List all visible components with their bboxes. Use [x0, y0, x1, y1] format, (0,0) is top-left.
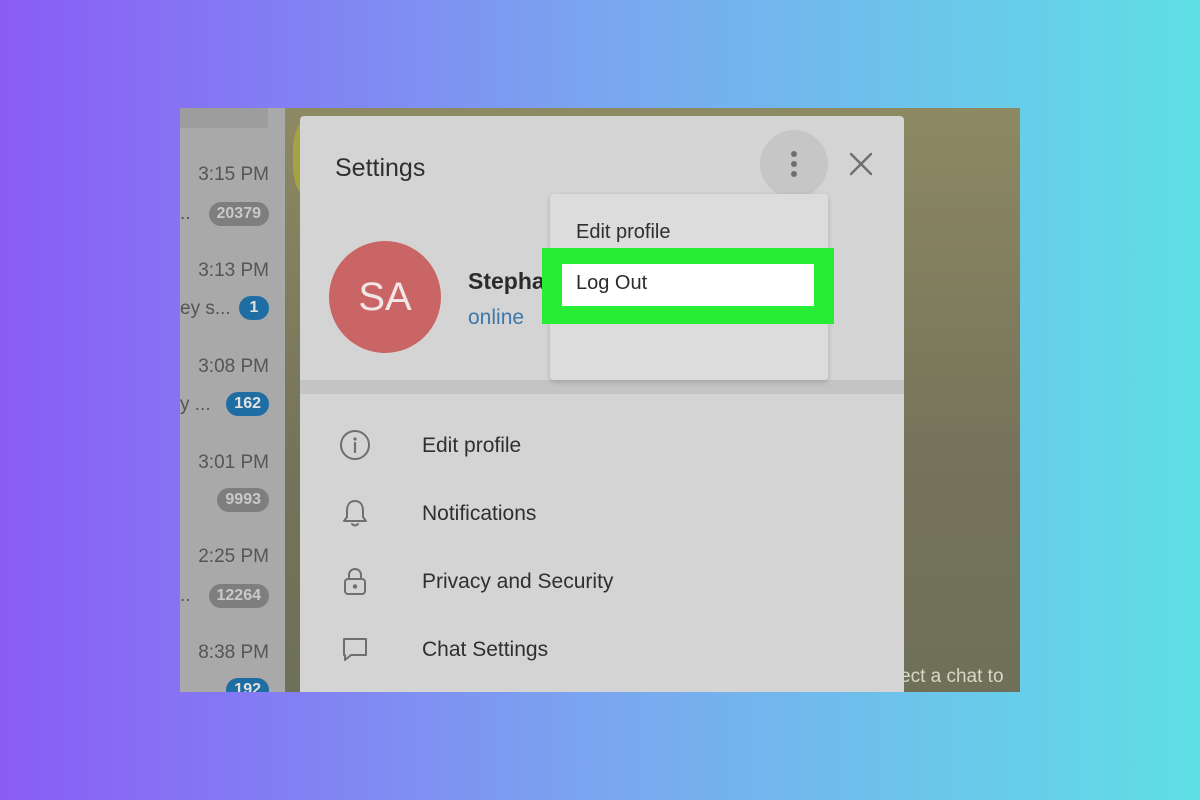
chat-list-header — [180, 108, 268, 128]
select-chat-hint: ect a chat to — [900, 666, 1004, 687]
menu-item-label: Notifications — [422, 502, 537, 525]
chat-time: 3:08 PM — [198, 356, 269, 377]
log-out-button[interactable]: Log Out — [562, 264, 814, 306]
telegram-window: 3:15 PM .. 20379 3:13 PM ey s... 1 3:08 … — [180, 108, 1020, 692]
menu-item-chat-settings[interactable]: Chat Settings — [300, 618, 904, 682]
unread-badge: 192 — [226, 678, 269, 692]
chat-time: 3:15 PM — [198, 164, 269, 185]
chat-bubble-icon — [338, 632, 372, 666]
chat-time: 2:25 PM — [198, 546, 269, 567]
menu-item-notifications[interactable]: Notifications — [300, 482, 904, 546]
menu-item-label: Chat Settings — [422, 638, 549, 661]
close-icon — [849, 152, 873, 176]
unread-badge: 20379 — [208, 202, 269, 226]
logout-highlight-box: Log Out — [542, 248, 834, 324]
profile-name: Stepha — [468, 268, 545, 294]
vertical-dots-icon — [791, 151, 797, 177]
chat-list: 3:15 PM .. 20379 3:13 PM ey s... 1 3:08 … — [180, 108, 285, 692]
menu-item-edit-profile[interactable]: Edit profile — [300, 414, 904, 478]
menu-item-label: Privacy and Security — [422, 570, 614, 593]
log-out-label: Log Out — [576, 272, 648, 294]
page-title: Settings — [335, 154, 426, 182]
dropdown-item-edit-profile[interactable]: Edit profile — [576, 221, 671, 244]
profile-status: online — [468, 306, 525, 329]
chat-snippet: y ... — [180, 394, 211, 415]
chat-time: 8:38 PM — [198, 642, 269, 663]
settings-modal: Settings SA Stepha online Edit profile N… — [300, 116, 904, 692]
menu-item-label: Edit profile — [422, 434, 522, 457]
avatar[interactable]: SA — [329, 241, 441, 353]
avatar-initials: SA — [358, 274, 412, 319]
unread-badge: 9993 — [217, 488, 269, 512]
chat-snippet: .. — [180, 585, 191, 606]
lock-icon — [338, 564, 372, 598]
bell-icon — [338, 496, 372, 530]
chat-time: 3:01 PM — [198, 452, 269, 473]
chat-snippet: ey s... — [180, 298, 231, 319]
menu-item-privacy-security[interactable]: Privacy and Security — [300, 550, 904, 614]
unread-badge: 1 — [239, 296, 269, 320]
chat-time: 3:13 PM — [198, 260, 269, 281]
info-icon — [338, 428, 372, 462]
chat-snippet: .. — [180, 203, 191, 224]
close-button[interactable] — [844, 142, 878, 186]
section-divider — [300, 380, 904, 394]
unread-badge: 12264 — [208, 584, 269, 608]
unread-badge: 162 — [226, 392, 269, 416]
more-options-button[interactable] — [760, 130, 828, 198]
